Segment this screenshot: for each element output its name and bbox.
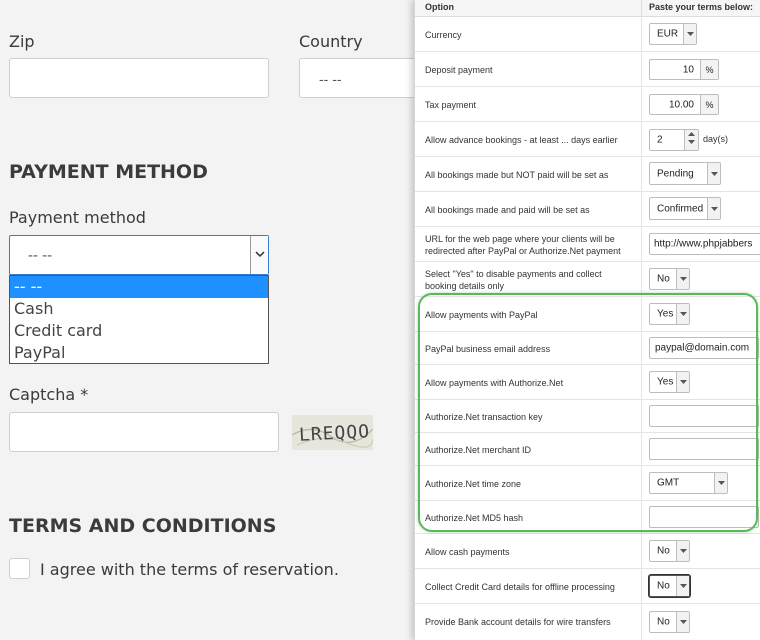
option-label: Authorize.Net merchant ID: [425, 445, 532, 455]
time-zone-select[interactable]: GMT: [649, 472, 728, 494]
payment-method-label: Payment method: [9, 208, 146, 227]
option-label: Tax payment: [425, 100, 477, 110]
option-label: All bookings made and paid will be set a…: [425, 205, 590, 215]
option-row-md5-hash: Authorize.Net MD5 hash: [415, 501, 760, 534]
percent-unit: %: [700, 95, 718, 114]
chevron-down-icon: [676, 304, 689, 324]
option-row-redirect-url: URL for the web page where your clients …: [415, 227, 760, 262]
options-panel: Option Paste your terms below: Currency …: [414, 0, 760, 640]
chevron-down-icon: [676, 269, 689, 289]
option-label: Allow payments with PayPal: [425, 310, 538, 320]
merchant-id-input[interactable]: [649, 438, 759, 460]
payment-option[interactable]: PayPal: [10, 342, 268, 364]
payment-option[interactable]: -- --: [10, 276, 268, 298]
option-row-deposit: Deposit payment 10 %: [415, 52, 760, 87]
chevron-down-icon: [676, 372, 689, 392]
credit-card-offline-select[interactable]: No: [649, 575, 690, 597]
payment-option[interactable]: Credit card: [10, 320, 268, 342]
chevron-down-icon: [676, 541, 689, 561]
zip-input[interactable]: [9, 58, 269, 98]
terms-checkbox[interactable]: [9, 558, 30, 579]
option-label: Allow payments with Authorize.Net: [425, 378, 564, 388]
option-row-allow-cash: Allow cash payments No: [415, 534, 760, 569]
tax-input[interactable]: 10.00 %: [649, 94, 719, 115]
option-label: Authorize.Net time zone: [425, 479, 522, 489]
option-label: PayPal business email address: [425, 344, 551, 354]
option-row-currency: Currency EUR: [415, 17, 760, 52]
terms-checkbox-label: I agree with the terms of reservation.: [40, 560, 339, 579]
option-label: URL for the web page where your clients …: [425, 234, 621, 256]
header-option: Option: [425, 2, 454, 12]
option-row-paypal-email: PayPal business email address paypal@dom…: [415, 332, 760, 365]
payment-option[interactable]: Cash: [10, 298, 268, 320]
option-row-paid-status: All bookings made and paid will be set a…: [415, 192, 760, 227]
option-label: Allow advance bookings - at least ... da…: [425, 135, 618, 145]
option-label: Currency: [425, 30, 462, 40]
options-table-header: Option Paste your terms below:: [415, 0, 760, 17]
advance-days-stepper[interactable]: 2: [649, 129, 699, 151]
chevron-down-icon: [707, 163, 720, 184]
redirect-url-input[interactable]: http://www.phpjabbers: [649, 233, 760, 255]
paypal-email-input[interactable]: paypal@domain.com: [649, 337, 759, 359]
payment-method-select[interactable]: -- --: [9, 235, 269, 275]
allow-authorize-net-select[interactable]: Yes: [649, 371, 690, 393]
option-row-transaction-key: Authorize.Net transaction key: [415, 400, 760, 433]
payment-method-dropdown: -- -- Cash Credit card PayPal: [9, 275, 269, 364]
header-terms: Paste your terms below:: [649, 2, 754, 12]
option-row-bank-transfer: Provide Bank account details for wire tr…: [415, 604, 760, 640]
terms-section-title: TERMS AND CONDITIONS: [9, 515, 277, 537]
md5-hash-input[interactable]: [649, 506, 759, 528]
captcha-label: Captcha *: [9, 385, 89, 404]
percent-unit: %: [700, 60, 718, 79]
option-row-allow-authorize-net: Allow payments with Authorize.Net Yes: [415, 365, 760, 400]
allow-cash-select[interactable]: No: [649, 540, 690, 562]
option-row-allow-paypal: Allow payments with PayPal Yes: [415, 297, 760, 332]
days-unit-label: day(s): [703, 134, 729, 144]
captcha-text: LREQQO: [298, 421, 371, 446]
country-select[interactable]: -- --: [299, 58, 420, 98]
option-label: All bookings made but NOT paid will be s…: [425, 170, 609, 180]
disable-payments-select[interactable]: No: [649, 268, 690, 290]
not-paid-status-select[interactable]: Pending: [649, 162, 721, 185]
bank-transfer-select[interactable]: No: [649, 611, 690, 633]
chevron-down-icon: [714, 473, 727, 493]
option-row-time-zone: Authorize.Net time zone GMT: [415, 466, 760, 501]
country-label: Country: [299, 32, 363, 51]
option-label: Authorize.Net transaction key: [425, 412, 543, 422]
chevron-down-icon[interactable]: [250, 236, 268, 274]
captcha-input[interactable]: [9, 412, 279, 452]
chevron-down-icon: [683, 24, 696, 44]
option-row-credit-card-offline: Collect Credit Card details for offline …: [415, 569, 760, 604]
option-label: Select "Yes" to disable payments and col…: [425, 269, 602, 291]
option-label: Collect Credit Card details for offline …: [425, 582, 615, 592]
zip-label: Zip: [9, 32, 35, 51]
chevron-down-icon: [707, 198, 720, 219]
option-label: Allow cash payments: [425, 547, 510, 557]
option-label: Authorize.Net MD5 hash: [425, 513, 524, 523]
option-row-advance-bookings: Allow advance bookings - at least ... da…: [415, 122, 760, 157]
option-row-disable-payments: Select "Yes" to disable payments and col…: [415, 262, 760, 297]
paid-status-select[interactable]: Confirmed: [649, 197, 721, 220]
payment-method-value: -- --: [28, 247, 53, 264]
chevron-down-icon: [676, 612, 689, 632]
currency-select[interactable]: EUR: [649, 23, 697, 45]
option-row-not-paid-status: All bookings made but NOT paid will be s…: [415, 157, 760, 192]
allow-paypal-select[interactable]: Yes: [649, 303, 690, 325]
option-row-merchant-id: Authorize.Net merchant ID: [415, 433, 760, 466]
country-select-value: -- --: [319, 71, 342, 87]
chevron-down-icon: [676, 576, 689, 596]
deposit-input[interactable]: 10 %: [649, 59, 719, 80]
booking-form: Zip Country -- -- PAYMENT METHOD Payment…: [0, 0, 420, 640]
option-label: Deposit payment: [425, 65, 493, 75]
transaction-key-input[interactable]: [649, 405, 759, 427]
stepper-arrows-icon[interactable]: [684, 130, 698, 150]
option-label: Provide Bank account details for wire tr…: [425, 617, 611, 627]
payment-section-title: PAYMENT METHOD: [9, 161, 208, 183]
option-row-tax: Tax payment 10.00 %: [415, 87, 760, 122]
captcha-image: LREQQO: [292, 415, 373, 450]
